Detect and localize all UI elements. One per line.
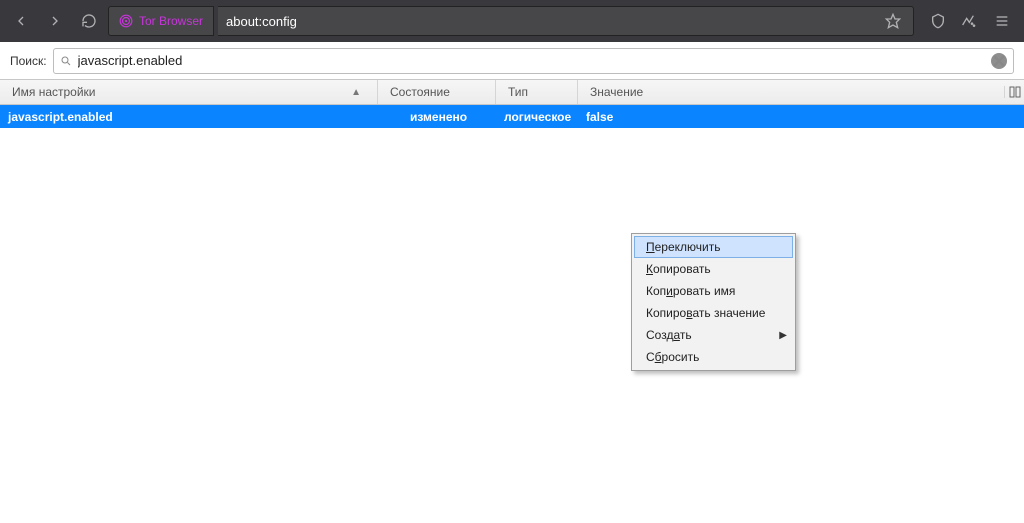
identity-label: Tor Browser: [139, 14, 203, 28]
column-header-type[interactable]: Тип: [496, 80, 578, 104]
column-header-value[interactable]: Значение: [578, 80, 1004, 104]
pref-row-selected[interactable]: javascript.enabled изменено логическое f…: [0, 105, 1024, 128]
search-row: Поиск:: [0, 42, 1024, 80]
back-button[interactable]: [6, 6, 36, 36]
url-text: about:config: [226, 14, 297, 29]
onion-icon: [119, 14, 133, 28]
toolbar-right-icons: [918, 13, 982, 29]
context-menu-item-toggle[interactable]: Переключить: [634, 236, 793, 258]
pref-value: false: [578, 110, 1024, 124]
search-box: [53, 48, 1014, 74]
context-menu: Переключить Копировать Копировать имя Ко…: [631, 233, 796, 371]
context-menu-item-reset[interactable]: Сбросить: [634, 346, 793, 368]
clear-search-button[interactable]: [991, 53, 1007, 69]
context-menu-item-create[interactable]: Создать▶: [634, 324, 793, 346]
browser-toolbar: Tor Browser about:config: [0, 0, 1024, 42]
shield-icon[interactable]: [930, 13, 946, 29]
context-menu-item-copy[interactable]: Копировать: [634, 258, 793, 280]
column-headers: Имя настройки ▲ Состояние Тип Значение: [0, 80, 1024, 105]
chevron-right-icon: ▶: [779, 330, 787, 341]
identity-box[interactable]: Tor Browser: [108, 6, 214, 36]
sort-ascending-icon: ▲: [351, 87, 365, 98]
search-icon: [60, 55, 72, 67]
forward-button[interactable]: [40, 6, 70, 36]
prefs-content: javascript.enabled изменено логическое f…: [0, 105, 1024, 523]
pref-state: изменено: [378, 110, 496, 124]
reload-button[interactable]: [74, 6, 104, 36]
search-input[interactable]: [78, 53, 985, 68]
context-menu-item-copy-value[interactable]: Копировать значение: [634, 302, 793, 324]
search-label: Поиск:: [10, 54, 47, 68]
bookmark-star-icon[interactable]: [885, 13, 901, 29]
menu-button[interactable]: [986, 13, 1018, 29]
column-picker-button[interactable]: [1004, 86, 1024, 98]
new-circuit-icon[interactable]: [960, 13, 976, 29]
pref-name: javascript.enabled: [0, 110, 378, 124]
pref-type: логическое: [496, 110, 578, 124]
context-menu-item-copy-name[interactable]: Копировать имя: [634, 280, 793, 302]
column-header-state[interactable]: Состояние: [378, 80, 496, 104]
url-bar[interactable]: about:config: [218, 6, 914, 36]
column-header-name[interactable]: Имя настройки ▲: [0, 80, 378, 104]
